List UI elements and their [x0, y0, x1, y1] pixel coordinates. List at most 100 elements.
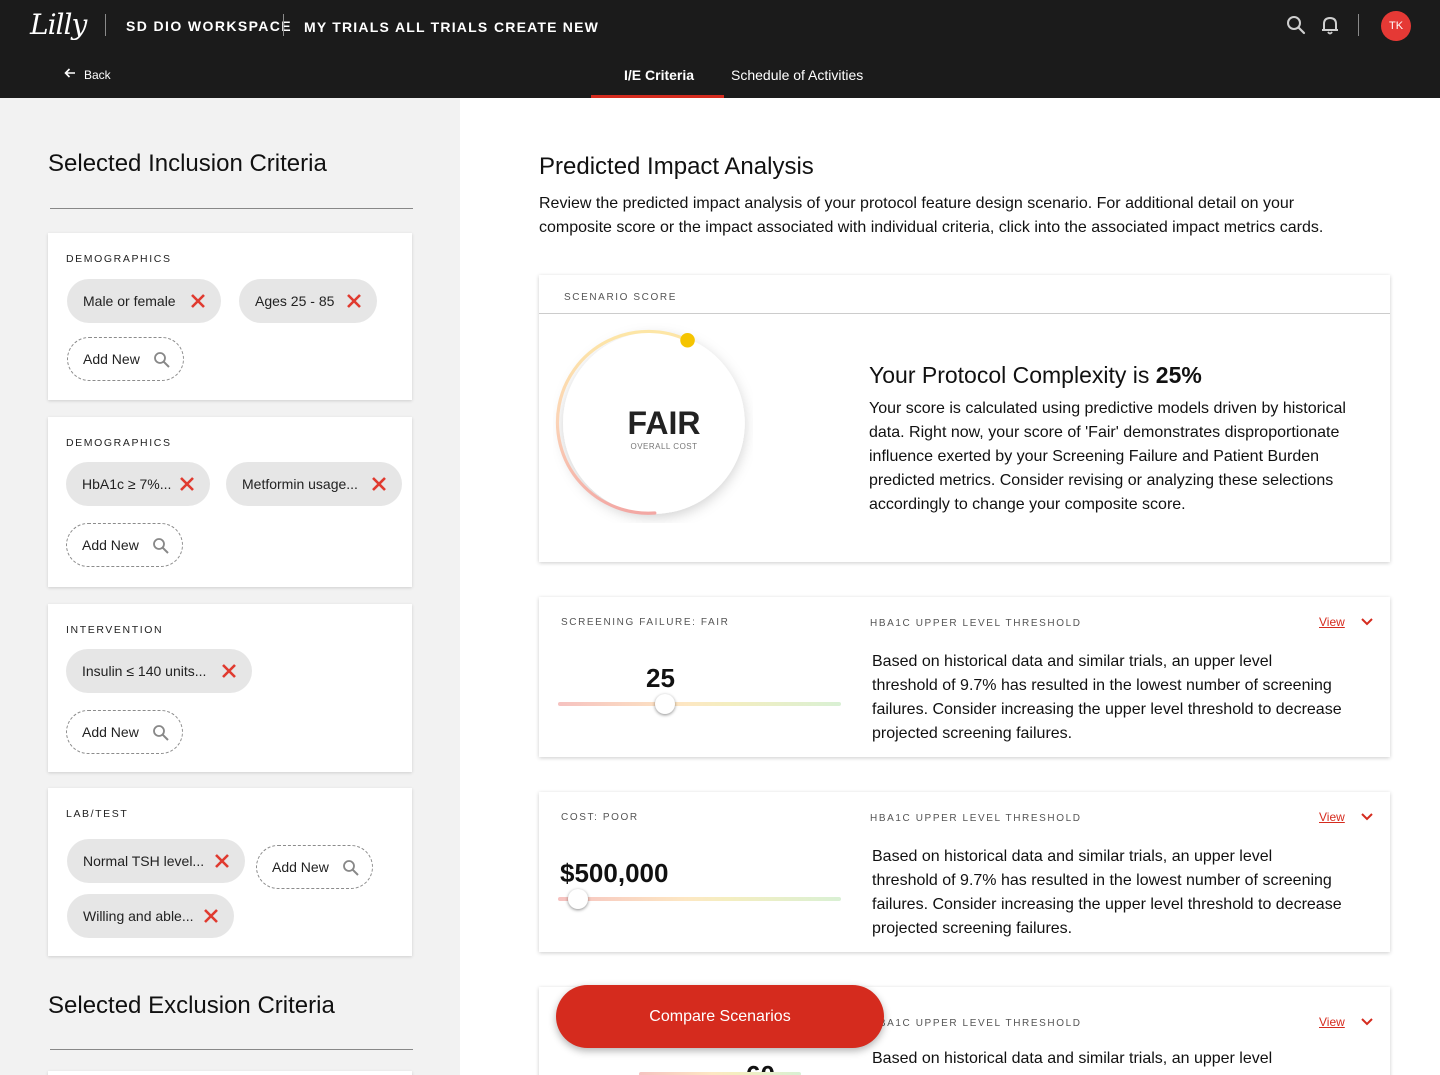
close-icon[interactable]: [345, 292, 363, 310]
metric-description: Based on historical data and similar tri…: [872, 848, 1342, 937]
magnifier-icon: [152, 724, 170, 742]
divider: [105, 14, 106, 36]
add-new-label: Add New: [272, 859, 329, 875]
metric-slider-knob[interactable]: [655, 694, 675, 714]
close-icon[interactable]: [370, 475, 388, 493]
criteria-category-label: DEMOGRAPHICS: [66, 253, 172, 265]
chip-label: Male or female: [83, 293, 176, 309]
criteria-group-intervention: INTERVENTION Insulin ≤ 140 units... Add …: [48, 604, 412, 772]
metric-criterion-label: HBA1C UPPER LEVEL THRESHOLD: [870, 618, 1082, 629]
chip-label: HbA1c ≥ 7%...: [82, 476, 172, 492]
criteria-group-demographics: DEMOGRAPHICS HbA1c ≥ 7%... Metformin usa…: [48, 417, 412, 587]
scenario-score-label: SCENARIO SCORE: [564, 292, 677, 303]
search-icon[interactable]: [1285, 14, 1307, 36]
tab-ie-criteria[interactable]: I/E Criteria: [624, 67, 694, 83]
close-icon[interactable]: [189, 292, 207, 310]
criteria-category-label: DEMOGRAPHICS: [66, 437, 172, 449]
metric-description: Based on historical data and similar tri…: [872, 653, 1342, 742]
dial-label-group: FAIR OVERALL COST: [564, 343, 764, 543]
criteria-group: [48, 1071, 412, 1075]
criteria-chip[interactable]: Normal TSH level...: [67, 839, 245, 883]
metric-label: COST: POOR: [561, 812, 639, 823]
tab-schedule-of-activities[interactable]: Schedule of Activities: [731, 67, 863, 83]
metric-value: 25: [646, 663, 675, 693]
chip-label: Normal TSH level...: [83, 853, 205, 869]
criteria-chip[interactable]: Ages 25 - 85: [239, 279, 377, 323]
workspace-title: SD DIO WORKSPACE: [126, 18, 293, 34]
metric-value: $500,000: [560, 858, 669, 888]
add-new-criteria-button[interactable]: Add New: [67, 337, 184, 381]
back-button[interactable]: Back: [64, 67, 111, 82]
metric-criterion-label: HBA1C UPPER LEVEL THRESHOLD: [870, 1018, 1082, 1029]
close-icon[interactable]: [213, 852, 231, 870]
metric-criterion-label: HBA1C UPPER LEVEL THRESHOLD: [870, 813, 1082, 824]
criteria-group-lab-test: LAB/TEST Normal TSH level... Add New Wil…: [48, 788, 412, 956]
magnifier-icon: [152, 537, 170, 555]
divider: [50, 1049, 413, 1050]
metric-card-screening-failure[interactable]: SCREENING FAILURE: FAIR HBA1C UPPER LEVE…: [539, 597, 1390, 757]
chip-label: Metformin usage...: [242, 476, 358, 492]
chip-label: Ages 25 - 85: [255, 293, 335, 309]
criteria-chip[interactable]: Male or female: [67, 279, 221, 323]
nav-all-trials[interactable]: ALL TRIALS: [395, 19, 488, 35]
view-link[interactable]: View: [1319, 615, 1345, 629]
add-new-criteria-button[interactable]: Add New: [66, 710, 183, 754]
scenario-score-card[interactable]: SCENARIO SCORE FAIR OVERALL COST Your Pr…: [539, 275, 1390, 562]
lilly-logo[interactable]: Lilly: [30, 8, 92, 44]
avatar[interactable]: TK: [1381, 11, 1411, 41]
criteria-chip[interactable]: Willing and able...: [67, 894, 234, 938]
nav-create-new[interactable]: CREATE NEW: [494, 19, 599, 35]
score-rating-subtitle: OVERALL COST: [630, 442, 698, 451]
score-explanation: Your score is calculated using predictiv…: [869, 400, 1346, 513]
page-description: Review the predicted impact analysis of …: [539, 195, 1324, 236]
add-new-label: Add New: [82, 724, 139, 740]
page-title: Predicted Impact Analysis: [539, 153, 814, 180]
criteria-chip[interactable]: Insulin ≤ 140 units...: [66, 649, 252, 693]
active-tab-indicator: [591, 95, 724, 98]
add-new-criteria-button[interactable]: Add New: [66, 523, 183, 567]
complexity-value: 25%: [1155, 362, 1202, 388]
back-label: Back: [84, 67, 111, 82]
criteria-sidebar: Selected Inclusion Criteria DEMOGRAPHICS…: [0, 98, 460, 1075]
exclusion-criteria-title: Selected Exclusion Criteria: [48, 992, 335, 1019]
metric-label: SCREENING FAILURE: FAIR: [561, 617, 730, 628]
chip-label: Insulin ≤ 140 units...: [82, 663, 207, 679]
arrow-left-icon: [64, 67, 76, 82]
metric-card-cost[interactable]: COST: POOR HBA1C UPPER LEVEL THRESHOLD V…: [539, 792, 1390, 952]
complexity-headline-text: Your Protocol Complexity is: [869, 362, 1156, 388]
add-new-criteria-button[interactable]: Add New: [256, 845, 373, 889]
close-icon[interactable]: [220, 662, 238, 680]
divider: [1358, 14, 1359, 36]
chip-label: Willing and able...: [83, 908, 194, 924]
divider: [539, 313, 1390, 314]
inclusion-criteria-title: Selected Inclusion Criteria: [48, 150, 327, 177]
add-new-label: Add New: [82, 537, 139, 553]
chevron-down-icon[interactable]: [1360, 810, 1374, 824]
top-navigation-bar: Lilly SD DIO WORKSPACE MY TRIALS ALL TRI…: [0, 0, 1440, 98]
view-link[interactable]: View: [1319, 810, 1345, 824]
criteria-chip[interactable]: HbA1c ≥ 7%...: [66, 462, 210, 506]
criteria-category-label: LAB/TEST: [66, 808, 129, 820]
nav-my-trials[interactable]: MY TRIALS: [304, 19, 390, 35]
magnifier-icon: [153, 351, 171, 369]
criteria-chip[interactable]: Metformin usage...: [226, 462, 402, 506]
close-icon[interactable]: [178, 475, 196, 493]
bell-icon[interactable]: [1319, 14, 1341, 36]
magnifier-icon: [342, 859, 360, 877]
chevron-down-icon[interactable]: [1360, 615, 1374, 629]
criteria-group-demographics: DEMOGRAPHICS Male or female Ages 25 - 85…: [48, 233, 412, 400]
score-rating: FAIR: [627, 405, 701, 441]
chevron-down-icon[interactable]: [1360, 1015, 1374, 1029]
view-link[interactable]: View: [1319, 1015, 1345, 1029]
divider: [283, 14, 284, 36]
compare-scenarios-button[interactable]: Compare Scenarios: [556, 985, 884, 1048]
metric-slider-track: [558, 702, 841, 706]
metric-slider-knob[interactable]: [568, 889, 588, 909]
add-new-label: Add New: [83, 351, 140, 367]
criteria-category-label: INTERVENTION: [66, 624, 164, 636]
complexity-headline: Your Protocol Complexity is 25%: [869, 362, 1202, 389]
metric-description: Based on historical data and similar tri…: [872, 1050, 1273, 1067]
metric-slider-track: [558, 897, 841, 901]
close-icon[interactable]: [202, 907, 220, 925]
divider: [50, 208, 413, 209]
